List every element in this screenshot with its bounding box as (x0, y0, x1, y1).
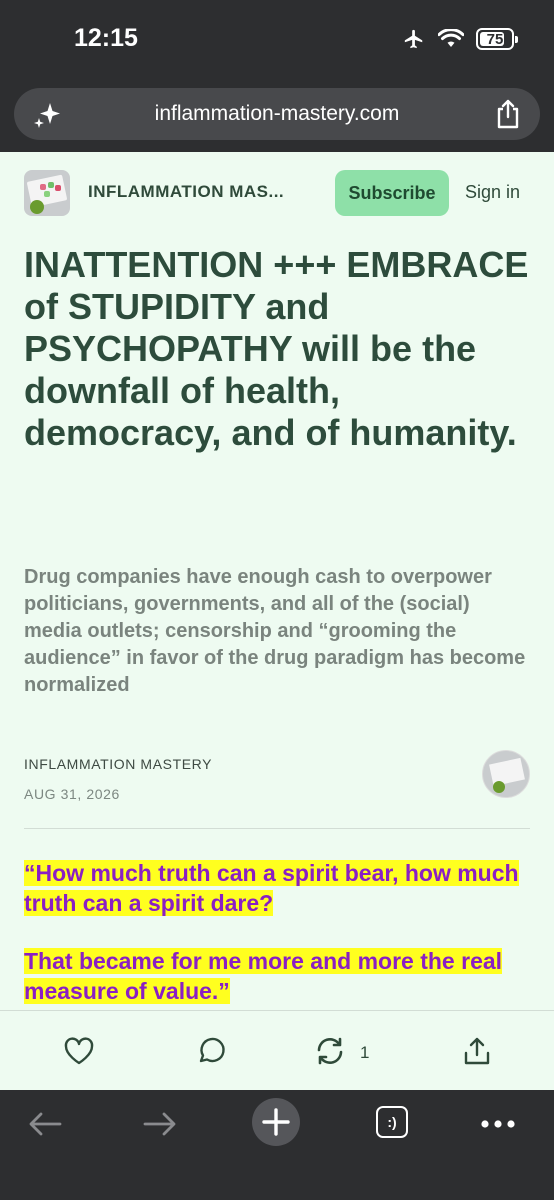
new-tab-button[interactable] (252, 1098, 300, 1146)
author-name[interactable]: INFLAMMATION MASTERY (24, 756, 212, 772)
status-time: 12:15 (74, 24, 138, 52)
status-bar: 12:15 75 (0, 0, 554, 78)
restack-count: 1 (360, 1043, 370, 1062)
restack-icon[interactable] (314, 1035, 346, 1067)
more-button[interactable] (478, 1104, 518, 1144)
avatar[interactable] (482, 750, 530, 798)
share-icon[interactable] (461, 1035, 493, 1067)
airplane-icon (404, 29, 423, 49)
battery-indicator: 75 (476, 28, 518, 50)
sign-in-link[interactable]: Sign in (465, 182, 520, 203)
url-text[interactable]: inflammation-mastery.com (14, 102, 540, 126)
plus-icon[interactable] (252, 1098, 300, 1146)
back-button[interactable] (25, 1104, 65, 1144)
article-title: INATTENTION +++ EMBRACE of STUPIDITY and… (24, 244, 529, 453)
tabs-icon: :) (387, 1114, 397, 1130)
tabs-button[interactable]: :) (376, 1106, 408, 1138)
post-action-bar: 1 (0, 1010, 554, 1090)
site-header: INFLAMMATION MAS... Subscribe Sign in (0, 152, 554, 234)
forward-icon[interactable] (143, 1111, 177, 1137)
share-icon[interactable] (494, 98, 522, 130)
quote-text: That became for me more and more the rea… (24, 948, 503, 1004)
address-bar[interactable]: inflammation-mastery.com (14, 88, 540, 140)
article-subtitle: Drug companies have enough cash to overp… (24, 566, 526, 696)
quote-paragraph: “How much truth can a spirit bear, how m… (24, 858, 530, 918)
article-page: INFLAMMATION MAS... Subscribe Sign in IN… (0, 152, 554, 1010)
quote-paragraph: That became for me more and more the rea… (24, 946, 530, 1006)
wifi-icon (438, 29, 464, 47)
forward-button[interactable] (140, 1104, 180, 1144)
browser-toolbar: :) (0, 1090, 554, 1200)
comment-icon[interactable] (195, 1035, 227, 1067)
publication-logo[interactable] (24, 170, 70, 216)
post-date: AUG 31, 2026 (24, 786, 120, 802)
back-icon[interactable] (28, 1111, 62, 1137)
quote-text: “How much truth can a spirit bear, how m… (24, 860, 519, 916)
divider (24, 828, 530, 829)
status-icons: 75 (402, 28, 518, 50)
heart-icon[interactable] (63, 1035, 95, 1067)
publication-name[interactable]: INFLAMMATION MAS... (88, 182, 284, 202)
subscribe-button[interactable]: Subscribe (335, 170, 449, 216)
more-icon[interactable] (480, 1119, 516, 1129)
battery-level: 75 (486, 30, 504, 48)
